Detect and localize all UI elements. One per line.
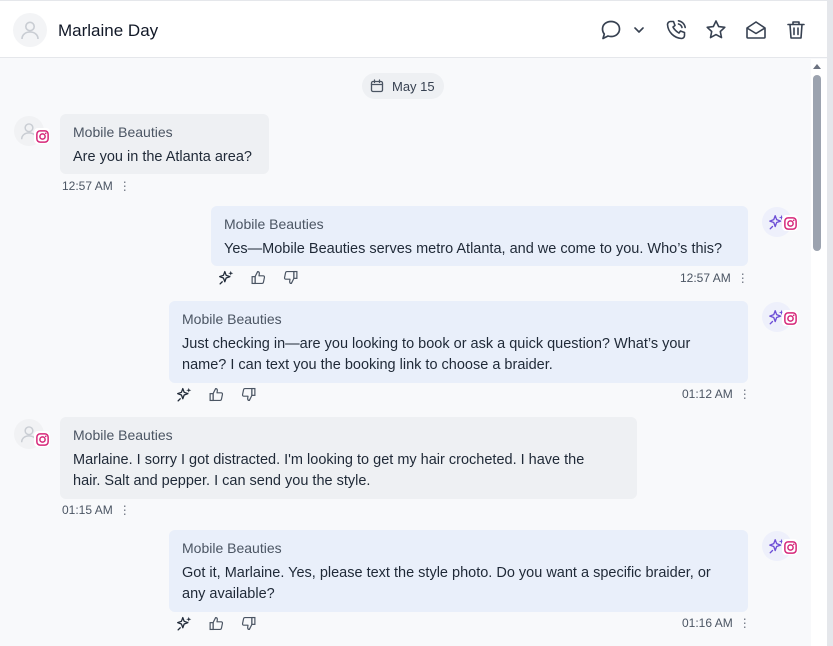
message-sender: Mobile Beauties (182, 540, 282, 556)
user-avatar-icon (18, 18, 42, 42)
panel-edge (827, 0, 833, 646)
message-text: Are you in the Atlanta area? (73, 149, 252, 165)
sender-avatar (14, 419, 50, 453)
mail-open-icon (746, 21, 766, 39)
date-label: May 15 (392, 78, 435, 94)
message-sender: Mobile Beauties (73, 124, 173, 140)
thumbs-up-icon (208, 386, 225, 403)
message-time: 12:57 AM (62, 179, 113, 193)
trash-icon (787, 21, 805, 39)
phone-icon (666, 20, 686, 40)
date-divider: May 15 (362, 73, 444, 99)
message-actions (174, 384, 258, 404)
thumbs-down-icon (240, 615, 257, 632)
calendar-icon (370, 79, 384, 93)
thumbs-down-button[interactable] (280, 267, 300, 287)
ai-sparkle-icon (176, 615, 193, 632)
message-actions (174, 613, 258, 633)
ai-sparkle-icon (218, 269, 235, 286)
more-vertical-icon[interactable]: ⋮ (739, 387, 751, 401)
delete-button[interactable] (783, 17, 809, 43)
call-button[interactable] (663, 17, 689, 43)
thumbs-up-icon (208, 615, 225, 632)
thumbs-down-icon (240, 386, 257, 403)
ai-sparkle-button[interactable] (216, 267, 236, 287)
instagram-icon (35, 129, 50, 144)
message-bubble-outgoing: Mobile Beauties Got it, Marlaine. Yes, p… (169, 530, 748, 612)
message-bubble-outgoing: Mobile Beauties Just checking in—are you… (169, 301, 748, 383)
message-bubble-outgoing: Mobile Beauties Yes—Mobile Beauties serv… (211, 206, 748, 266)
contact-name: Marlaine Day (58, 21, 159, 40)
message-text: Just checking in—are you looking to book… (182, 336, 691, 373)
message-time: 01:12 AM (682, 387, 733, 401)
ai-agent-avatar (762, 302, 800, 336)
message-bubble-incoming: Mobile Beauties Marlaine. I sorry I got … (60, 417, 637, 499)
ai-sparkle-button[interactable] (174, 384, 194, 404)
thumbs-down-button[interactable] (238, 613, 258, 633)
ai-agent-avatar (762, 531, 800, 565)
message-sender: Mobile Beauties (73, 427, 173, 443)
sender-avatar (14, 116, 50, 150)
message-time: 01:16 AM (682, 616, 733, 630)
message-meta: 12:57 AM ⋮ (680, 271, 749, 285)
chevron-down-icon (634, 27, 644, 33)
conversation-header: Marlaine Day (0, 0, 833, 58)
scrollbar-thumb[interactable] (813, 75, 821, 251)
message-sender: Mobile Beauties (182, 311, 282, 327)
instagram-icon (783, 540, 798, 555)
message-thread[interactable]: May 15 Mobile Beauties Are you in the At… (0, 59, 810, 646)
message-text: Yes—Mobile Beauties serves metro Atlanta… (224, 241, 723, 257)
contact-avatar[interactable] (13, 13, 47, 47)
more-vertical-icon[interactable]: ⋮ (119, 179, 131, 193)
thumbs-up-button[interactable] (206, 384, 226, 404)
message-actions (216, 267, 300, 287)
scroll-up-arrow-icon[interactable] (812, 62, 822, 70)
message-text: Marlaine. I sorry I got distracted. I'm … (73, 452, 585, 489)
thumbs-up-button[interactable] (206, 613, 226, 633)
message-meta: 01:15 AM ⋮ (62, 503, 131, 517)
thumbs-up-icon (250, 269, 267, 286)
ai-agent-avatar (762, 207, 800, 241)
message-sender: Mobile Beauties (224, 216, 324, 232)
thumbs-up-button[interactable] (248, 267, 268, 287)
more-vertical-icon[interactable]: ⋮ (737, 271, 749, 285)
message-time: 12:57 AM (680, 271, 731, 285)
mark-read-button[interactable] (743, 17, 769, 43)
star-button[interactable] (703, 17, 729, 43)
ai-sparkle-icon (176, 386, 193, 403)
comment-button[interactable] (598, 17, 624, 43)
message-meta: 01:12 AM ⋮ (682, 387, 751, 401)
star-icon (706, 20, 726, 39)
instagram-icon (35, 432, 50, 447)
channel-dropdown-button[interactable] (628, 17, 650, 43)
more-vertical-icon[interactable]: ⋮ (119, 503, 131, 517)
ai-sparkle-button[interactable] (174, 613, 194, 633)
message-meta: 01:16 AM ⋮ (682, 616, 751, 630)
instagram-icon (783, 216, 798, 231)
message-meta: 12:57 AM ⋮ (62, 179, 131, 193)
thumbs-down-icon (282, 269, 299, 286)
more-vertical-icon[interactable]: ⋮ (739, 616, 751, 630)
instagram-icon (783, 311, 798, 326)
thumbs-down-button[interactable] (238, 384, 258, 404)
message-text: Got it, Marlaine. Yes, please text the s… (182, 565, 711, 602)
conversation-panel: Marlaine Day May 15 Mobile Beauties Are … (0, 0, 833, 646)
message-time: 01:15 AM (62, 503, 113, 517)
message-bubble-incoming: Mobile Beauties Are you in the Atlanta a… (60, 114, 269, 174)
comment-icon (601, 20, 621, 40)
